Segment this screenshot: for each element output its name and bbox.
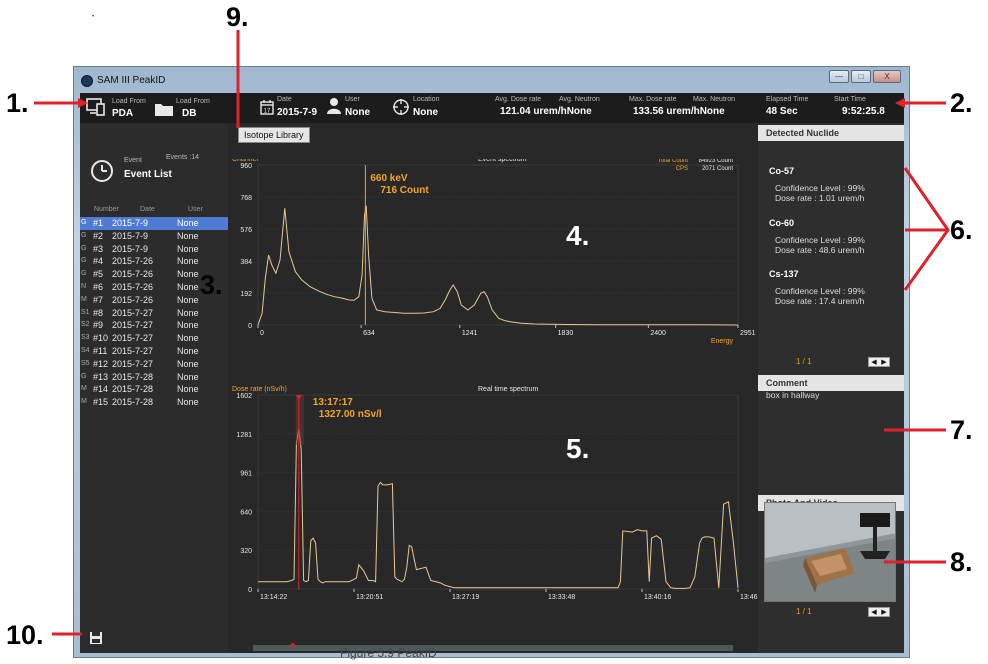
callout-9: 9. [226,2,249,32]
callout-lines [34,30,950,636]
callout-1: 1. [6,88,29,118]
callout-10: 10. [6,620,44,650]
callout-2: 2. [950,88,973,118]
figure-caption: Figure 5.9 PeakID [340,646,437,660]
callout-8: 8. [950,547,973,577]
callout-6: 6. [950,215,973,245]
callout-7: 7. [950,415,973,445]
callout-3: 3. [200,270,223,300]
